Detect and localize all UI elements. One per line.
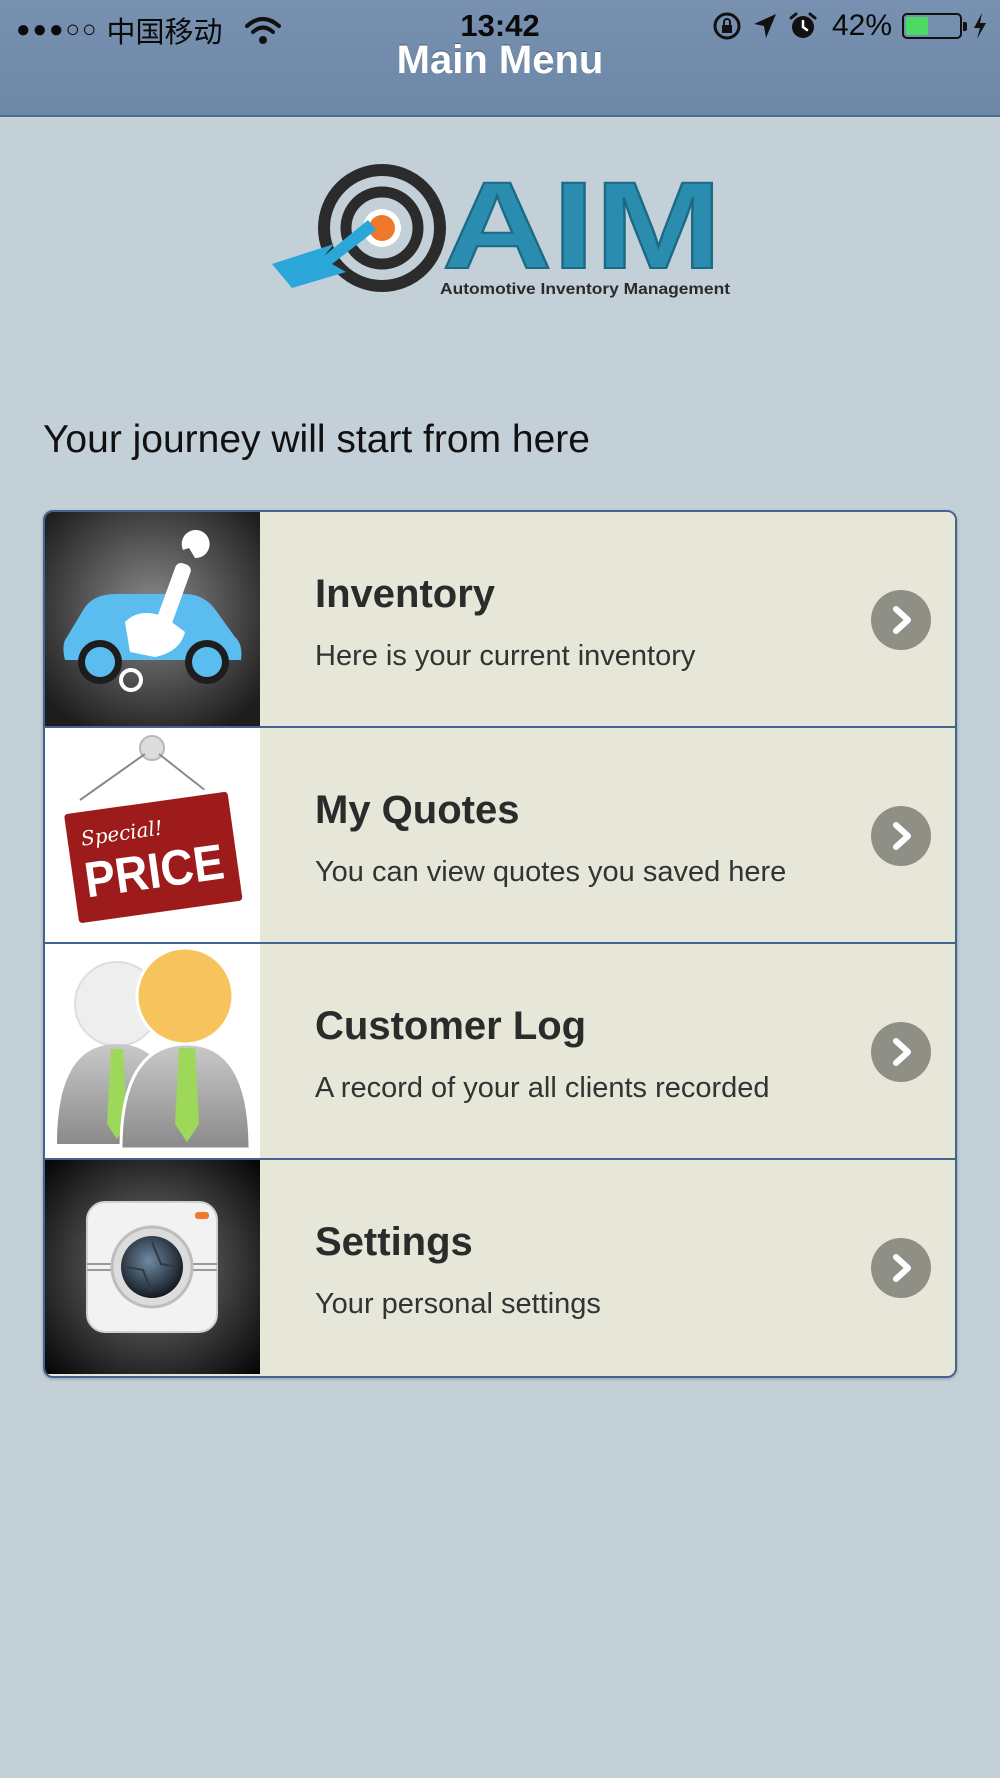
menu-item-title: My Quotes	[315, 788, 520, 832]
special-price-sign-icon: Special! PRICE	[45, 728, 260, 942]
alarm-icon	[789, 12, 817, 38]
logo-tagline: Automotive Inventory Management	[440, 281, 731, 298]
orientation-lock-icon	[713, 12, 741, 40]
logo-target-icon	[272, 164, 446, 292]
menu-item-title: Inventory	[315, 572, 496, 616]
logo-brand-text: AIM	[442, 160, 722, 295]
battery-level-fill	[906, 17, 928, 35]
chevron-right-icon[interactable]	[871, 590, 931, 650]
menu-item-title: Customer Log	[315, 1004, 587, 1048]
menu-item-customer-log[interactable]: Customer Log A record of your all client…	[45, 944, 955, 1160]
menu-item-inventory[interactable]: Inventory Here is your current inventory	[45, 512, 955, 728]
aim-logo: AIM Automotive Inventory Management	[272, 160, 731, 298]
charging-bolt-icon	[974, 13, 986, 39]
menu-item-title: Settings	[315, 1220, 473, 1264]
customers-icon	[45, 944, 260, 1158]
page-title: Main Menu	[396, 38, 604, 82]
location-arrow-icon	[753, 14, 776, 38]
battery-icon	[902, 13, 967, 39]
intro-heading: Your journey will start from here	[43, 418, 590, 461]
battery-cap	[963, 22, 967, 31]
chevron-right-icon[interactable]	[871, 1022, 931, 1082]
menu-item-description: Here is your current inventory	[315, 640, 696, 672]
menu-item-my-quotes[interactable]: Special! PRICE My Quotes You can view qu…	[45, 728, 955, 944]
chevron-right-icon[interactable]	[871, 1238, 931, 1298]
navigation-header: ●●●○○ 中国移动 13:42 42% Main Menu	[0, 0, 1000, 117]
menu-item-settings[interactable]: Settings Your personal settings	[45, 1160, 955, 1376]
main-menu-list: Inventory Here is your current inventory…	[43, 510, 957, 1378]
chevron-right-icon[interactable]	[871, 806, 931, 866]
menu-item-description: A record of your all clients recorded	[315, 1072, 770, 1104]
menu-item-description: Your personal settings	[315, 1288, 601, 1320]
car-wrench-icon	[45, 512, 260, 726]
menu-item-description: You can view quotes you saved here	[315, 856, 787, 888]
camera-icon	[45, 1160, 260, 1374]
